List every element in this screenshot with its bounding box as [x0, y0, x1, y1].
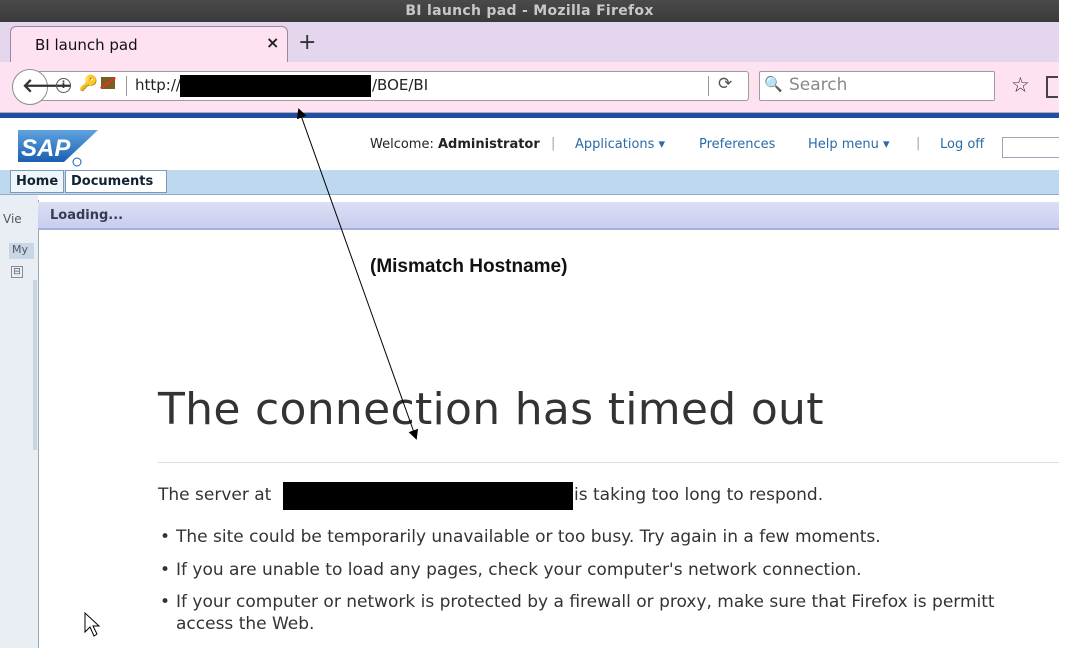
mouse-cursor-icon [84, 612, 101, 637]
annotation-arrow [296, 108, 419, 440]
window-edge [1059, 0, 1069, 648]
